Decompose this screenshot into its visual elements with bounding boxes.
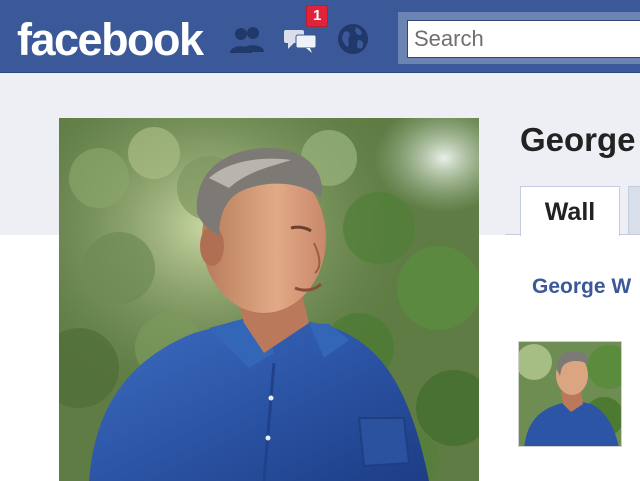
- top-navigation-bar: facebook 1: [0, 0, 640, 73]
- profile-name-heading: George: [520, 121, 636, 158]
- tab-next[interactable]: [628, 186, 640, 235]
- search-box: [398, 12, 640, 64]
- profile-picture[interactable]: [59, 118, 479, 481]
- wall-post-thumbnail[interactable]: [518, 341, 622, 447]
- notifications-globe-icon[interactable]: [334, 20, 372, 58]
- facebook-logo[interactable]: facebook: [17, 10, 204, 70]
- wall-post-author-link[interactable]: George W: [532, 270, 631, 304]
- friend-requests-icon[interactable]: [228, 20, 266, 58]
- notification-count-badge: 1: [306, 5, 329, 27]
- tab-wall[interactable]: Wall: [520, 186, 620, 236]
- search-input[interactable]: [407, 20, 640, 58]
